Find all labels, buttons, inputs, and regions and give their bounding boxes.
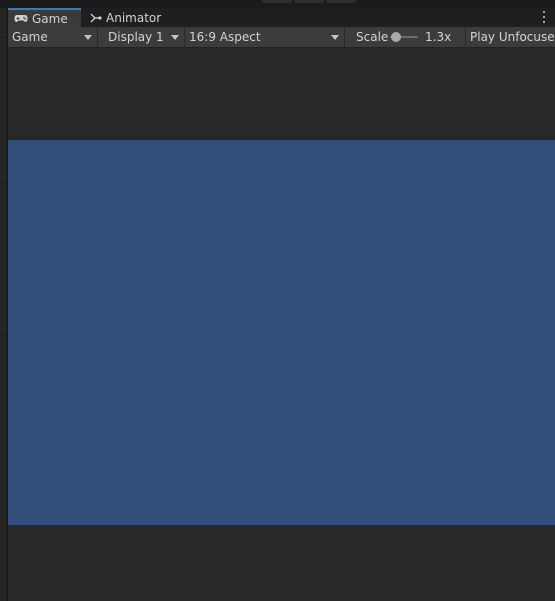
adjacent-panel-edge: [0, 8, 8, 601]
chevron-down-icon: [171, 35, 179, 40]
game-render-area[interactable]: [8, 140, 555, 525]
window-top-strip: [0, 0, 555, 8]
tab-animator-label: Animator: [106, 10, 162, 25]
tab-bar: Game Animator: [8, 8, 555, 27]
display-value: Display 1: [108, 30, 164, 44]
tab-game[interactable]: Game: [8, 8, 81, 27]
panel-divider: [0, 328, 6, 329]
play-mode-dropdown[interactable]: Play Unfocused: [466, 27, 555, 47]
top-handle: [294, 0, 324, 3]
chevron-down-icon: [331, 35, 339, 40]
gamepad-icon: [14, 14, 28, 23]
view-mode-value: Game: [12, 30, 48, 44]
scale-label: Scale: [356, 30, 389, 44]
aspect-value: 16:9 Aspect: [189, 30, 261, 44]
display-dropdown[interactable]: Display 1: [99, 27, 185, 47]
game-view-toolbar: Game Display 1 16:9 Aspect Scale 1.3x Pl…: [8, 27, 555, 48]
play-mode-value: Play Unfocused: [470, 30, 555, 44]
top-handle: [326, 0, 356, 3]
panel-divider: [0, 34, 6, 35]
game-view[interactable]: [8, 48, 555, 601]
tab-game-label: Game: [32, 11, 68, 26]
more-options-icon[interactable]: [541, 10, 547, 24]
panel-divider: [0, 460, 6, 461]
scale-control: Scale 1.3x: [346, 27, 466, 47]
panel-divider: [0, 176, 6, 177]
view-mode-dropdown[interactable]: Game: [8, 27, 98, 47]
game-window: Game Animator Game Display 1 16:9 Aspect: [0, 0, 555, 601]
animator-icon: [90, 13, 102, 23]
scale-value: 1.3x: [425, 30, 452, 44]
top-handle: [262, 0, 292, 3]
chevron-down-icon: [84, 35, 92, 40]
scale-slider-thumb[interactable]: [391, 32, 401, 42]
tab-animator[interactable]: Animator: [84, 8, 174, 27]
aspect-dropdown[interactable]: 16:9 Aspect: [185, 27, 345, 47]
